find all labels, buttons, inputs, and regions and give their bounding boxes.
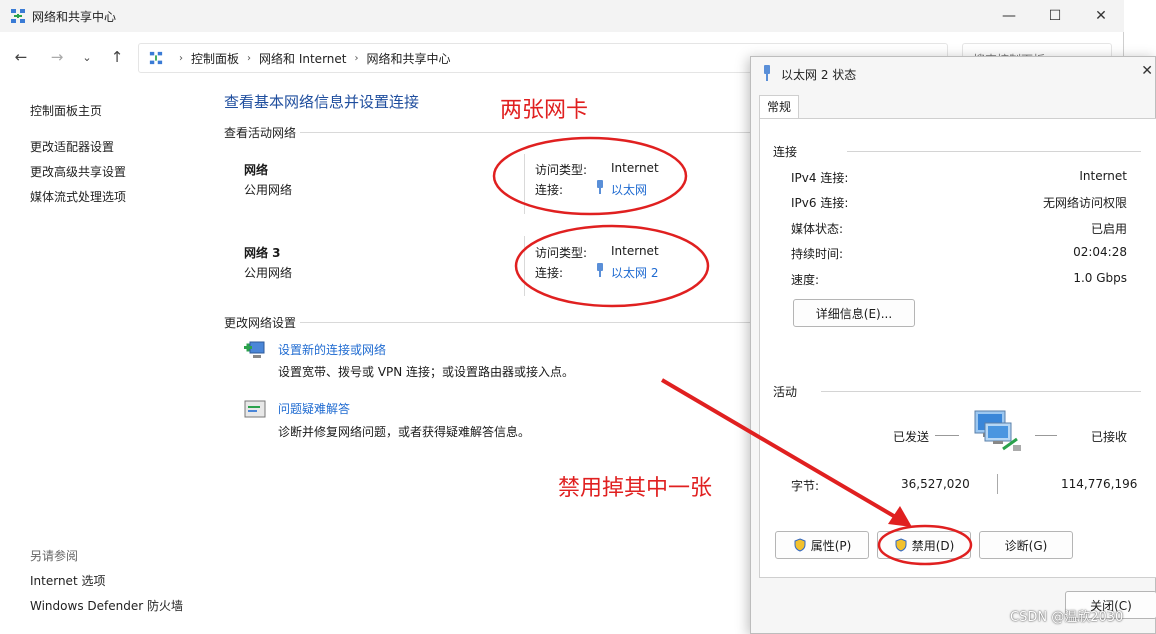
properties-button[interactable]: 属性(P) [775, 531, 869, 559]
uac-shield-icon [895, 538, 907, 552]
annotation-two-nics: 两张网卡 [500, 98, 589, 123]
access-type-label: 访问类型: [535, 246, 588, 260]
bytes-received-value: 114,776,196 [1061, 477, 1138, 491]
network-type[interactable]: 公用网络 [244, 264, 292, 281]
breadcrumb-item[interactable]: 控制面板 [191, 50, 239, 67]
ipv4-label: IPv4 连接: [791, 171, 849, 185]
speed-label: 速度: [791, 273, 820, 287]
access-type-label: 访问类型: [535, 163, 588, 177]
general-panel [759, 118, 1156, 578]
active-networks-label: 查看活动网络 [224, 126, 297, 140]
disable-button-label: 禁用(D) [911, 538, 955, 553]
troubleshoot-desc: 诊断并修复网络问题，或者获得疑难解答信息。 [278, 425, 531, 439]
sent-label: 已发送 [893, 430, 930, 444]
annotation-disable-one: 禁用掉其中一张 [558, 476, 713, 501]
uac-shield-icon [794, 538, 806, 552]
divider [847, 151, 1141, 152]
tab-general[interactable]: 常规 [759, 95, 799, 119]
connection-link-ethernet-2[interactable]: 以太网 2 [611, 264, 658, 281]
divider [821, 391, 1141, 392]
setup-connection-link[interactable]: 设置新的连接或网络 [278, 341, 386, 358]
ipv6-value: 无网络访问权限 [1042, 196, 1127, 210]
bytes-sent-value: 36,527,020 [901, 477, 970, 491]
connection-group-label: 连接 [773, 145, 798, 159]
title-bar: 网络和共享中心 — ☐ ✕ [0, 0, 1124, 32]
divider [1035, 435, 1057, 436]
chevron-right-icon: › [247, 52, 252, 64]
diagnose-button[interactable]: 诊断(G) [979, 531, 1073, 559]
ipv4-value: Internet [1079, 169, 1127, 183]
network-center-icon [11, 9, 25, 23]
ethernet-icon [597, 263, 603, 277]
network-computers-icon [974, 410, 1021, 451]
ethernet-status-dialog: 以太网 2 状态 ✕ 常规 连接 IPv4 连接: Internet IPv6 … [750, 56, 1156, 634]
access-type-value: Internet [611, 161, 659, 175]
setup-connection-desc: 设置宽带、拨号或 VPN 连接；或设置路由器或接入点。 [278, 365, 575, 379]
sidebar-item-home[interactable]: 控制面板主页 [30, 102, 102, 119]
close-icon[interactable]: ✕ [1141, 63, 1153, 79]
connection-link-ethernet[interactable]: 以太网 [611, 181, 647, 198]
disable-button[interactable]: 禁用(D) [877, 531, 971, 559]
watermark: CSDN @温欣2030 [1010, 610, 1124, 625]
close-button[interactable]: ✕ [1078, 0, 1124, 32]
network-type[interactable]: 公用网络 [244, 181, 292, 198]
window-title: 网络和共享中心 [32, 10, 117, 24]
breadcrumb-item[interactable]: 网络和共享中心 [366, 50, 450, 67]
details-button[interactable]: 详细信息(E)... [793, 299, 915, 327]
activity-group-label: 活动 [773, 385, 798, 399]
sidebar-item-internet-options[interactable]: Internet 选项 [30, 572, 105, 589]
ethernet-icon [764, 65, 770, 81]
sidebar-item-sharing[interactable]: 更改高级共享设置 [30, 163, 126, 180]
media-state-label: 媒体状态: [791, 222, 844, 236]
duration-label: 持续时间: [791, 247, 844, 261]
received-label: 已接收 [1091, 430, 1128, 444]
media-state-value: 已启用 [1090, 222, 1127, 236]
sidebar-item-adapter[interactable]: 更改适配器设置 [30, 138, 114, 155]
change-settings-label: 更改网络设置 [224, 316, 297, 330]
chevron-right-icon: › [179, 52, 183, 64]
sidebar-item-media[interactable]: 媒体流式处理选项 [30, 188, 126, 205]
ethernet-icon [597, 180, 603, 194]
breadcrumb-item[interactable]: 网络和 Internet [259, 50, 346, 67]
troubleshoot-icon [244, 400, 266, 418]
duration-value: 02:04:28 [1073, 245, 1127, 259]
diagnose-button-label: 诊断(G) [1004, 538, 1048, 553]
forward-arrow-icon[interactable]: → [46, 46, 68, 68]
divider [997, 474, 998, 494]
troubleshoot-link[interactable]: 问题疑难解答 [278, 400, 350, 417]
chevron-right-icon: › [354, 52, 359, 64]
up-arrow-icon[interactable]: ↑ [106, 46, 128, 68]
back-arrow-icon[interactable]: ← [10, 46, 32, 68]
details-button-label: 详细信息(E)... [815, 306, 893, 321]
bytes-label: 字节: [791, 479, 820, 493]
dialog-title: 以太网 2 状态 [781, 68, 857, 82]
network-name: 网络 3 [244, 246, 281, 260]
see-also-label: 另请参阅 [30, 549, 79, 563]
divider [300, 132, 750, 133]
page-title: 查看基本网络信息并设置连接 [224, 93, 420, 111]
sidebar-item-firewall[interactable]: Windows Defender 防火墙 [30, 597, 183, 614]
divider [935, 435, 959, 436]
ipv6-label: IPv6 连接: [791, 196, 849, 210]
minimize-button[interactable]: — [986, 0, 1032, 32]
maximize-button[interactable]: ☐ [1032, 0, 1078, 32]
properties-button-label: 属性(P) [810, 538, 852, 553]
divider [524, 236, 525, 296]
recent-dropdown-icon[interactable]: ⌄ [76, 46, 98, 68]
divider [524, 154, 525, 214]
connection-label: 连接: [535, 266, 564, 280]
new-connection-icon [244, 341, 265, 358]
access-type-value: Internet [611, 244, 659, 258]
divider [300, 322, 750, 323]
speed-value: 1.0 Gbps [1073, 271, 1127, 285]
network-name: 网络 [244, 163, 269, 177]
connection-label: 连接: [535, 183, 564, 197]
control-panel-icon [149, 51, 163, 65]
